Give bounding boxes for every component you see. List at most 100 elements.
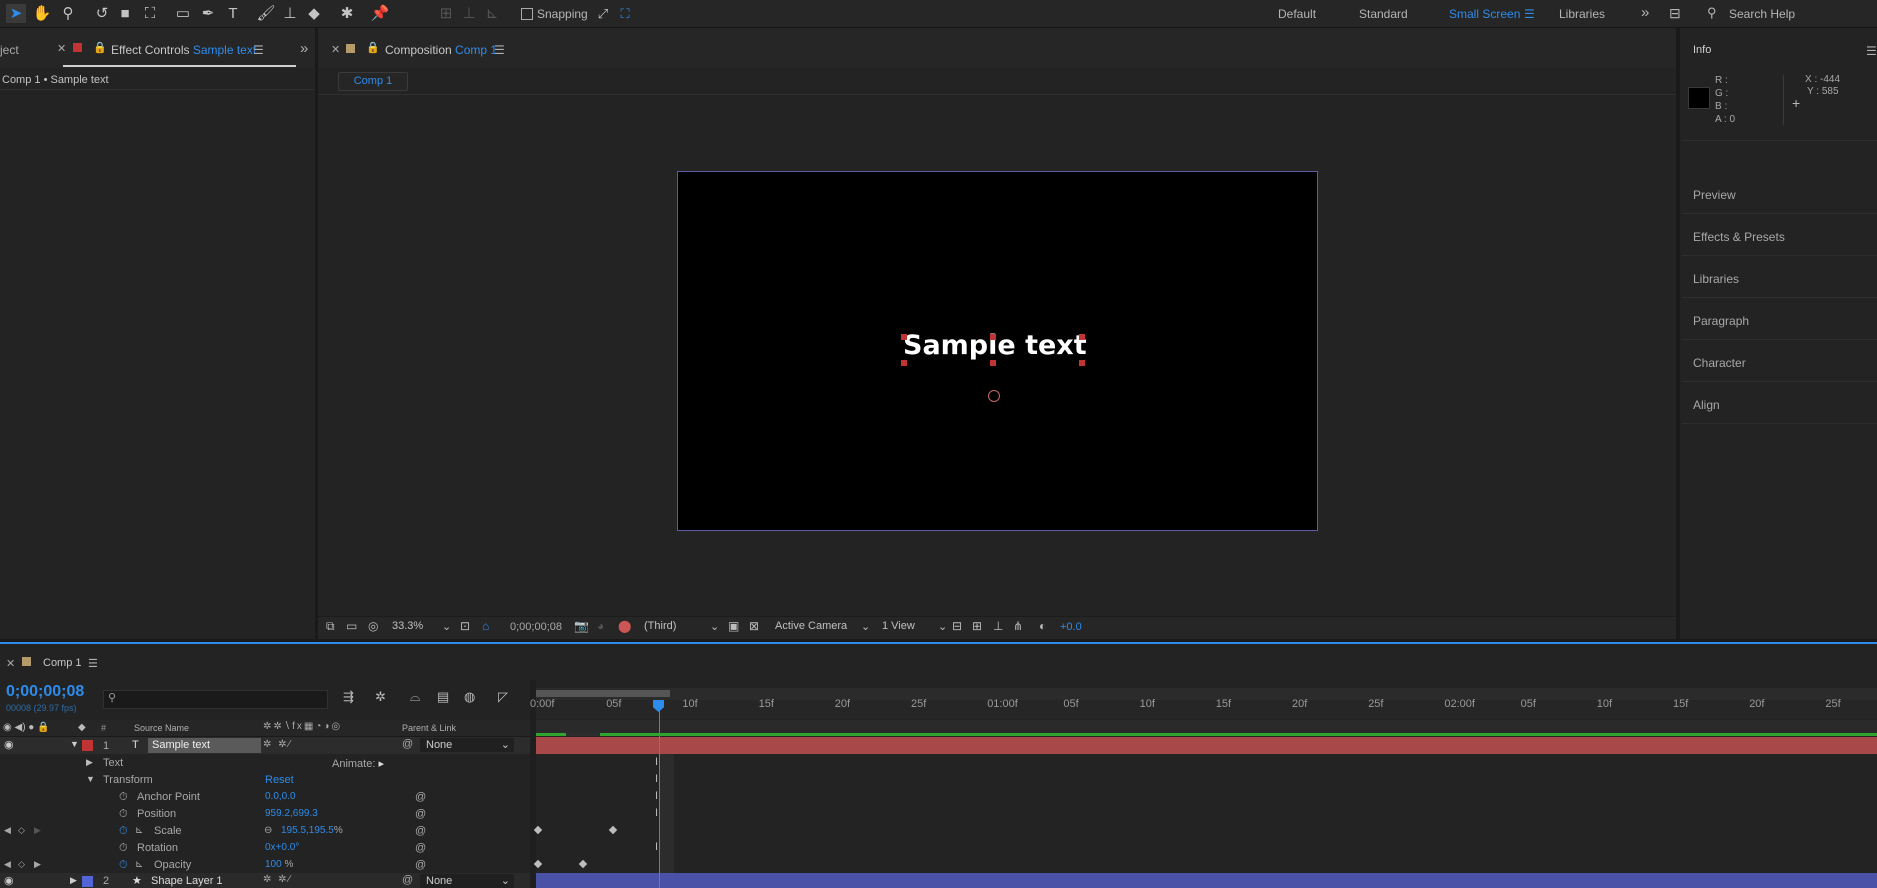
panel-libraries[interactable]: Libraries xyxy=(1693,272,1739,286)
expression-pickwhip-icon[interactable]: @ xyxy=(415,825,426,837)
add-keyframe-icon[interactable]: ◇ xyxy=(18,825,25,836)
eraser-tool-icon[interactable]: ◆ xyxy=(304,4,324,23)
layer-label-color[interactable] xyxy=(82,740,93,751)
lock-icon[interactable]: 🔒 xyxy=(93,41,107,54)
stopwatch-active-icon[interactable]: ⏱ xyxy=(119,859,128,872)
workspace-menu-icon[interactable]: ☰ xyxy=(1524,7,1535,21)
selection-tool-icon[interactable]: ➤ xyxy=(6,4,26,23)
comp-mini-flowchart-icon[interactable]: ⇶ xyxy=(343,690,354,703)
comp-subtab[interactable]: Comp 1 xyxy=(338,72,408,91)
workspace-libraries[interactable]: Libraries xyxy=(1559,7,1605,21)
stopwatch-icon[interactable]: ⏱ xyxy=(119,791,128,804)
sync-settings-icon[interactable]: ⊟ xyxy=(1669,5,1681,22)
comp-lock-icon[interactable]: 🔒 xyxy=(366,41,380,54)
layer-2-duration-bar[interactable] xyxy=(536,873,1877,888)
expand-transform-icon[interactable]: ▼ xyxy=(86,774,95,784)
tab-composition[interactable]: Composition Comp 1 xyxy=(385,43,497,57)
graph-icon[interactable]: ⊾ xyxy=(135,859,143,870)
label-column-icon[interactable]: ◆ xyxy=(78,722,86,733)
pickwhip-icon[interactable]: @ xyxy=(402,738,413,750)
text-handle[interactable] xyxy=(901,360,907,366)
info-menu-icon[interactable]: ☰ xyxy=(1866,44,1877,58)
more-panels-icon[interactable]: » xyxy=(300,40,308,57)
timeline-search-input[interactable] xyxy=(103,690,328,709)
panel-preview[interactable]: Preview xyxy=(1693,188,1736,202)
layer-1-duration-bar[interactable] xyxy=(536,737,1877,754)
expression-pickwhip-icon[interactable]: @ xyxy=(415,791,426,803)
position-value[interactable]: 959.2,699.3 xyxy=(265,808,318,819)
visibility-eye-icon[interactable]: ◉ xyxy=(4,738,14,751)
snapshot-icon[interactable]: 📷 xyxy=(574,620,589,632)
fast-previews-icon[interactable]: ⊞ xyxy=(972,620,982,632)
mask-visibility-icon[interactable]: ◎ xyxy=(368,620,378,632)
frame-blending-icon[interactable]: ▤ xyxy=(437,690,449,703)
anchor-point-value[interactable]: 0.0,0.0 xyxy=(265,791,296,802)
panel-character[interactable]: Character xyxy=(1693,356,1746,370)
next-keyframe-icon[interactable]: ▶ xyxy=(34,825,41,836)
clone-stamp-tool-icon[interactable]: ⊥ xyxy=(280,4,300,23)
transparency-grid-icon[interactable]: ⌂ xyxy=(482,620,489,632)
flowchart-icon[interactable]: ⋔ xyxy=(1013,620,1023,632)
always-preview-icon[interactable]: ⧉ xyxy=(326,620,335,632)
transform-reset[interactable]: Reset xyxy=(265,774,294,786)
exposure-value[interactable]: +0.0 xyxy=(1060,621,1082,633)
expression-pickwhip-icon[interactable]: @ xyxy=(415,842,426,854)
workspace-small-screen[interactable]: Small Screen xyxy=(1449,7,1520,21)
snapping-checkbox[interactable] xyxy=(521,8,533,20)
layer-label-color[interactable] xyxy=(82,876,93,887)
close-timeline-tab-icon[interactable]: ✕ xyxy=(6,657,15,670)
expand-layer-icon[interactable]: ▼ xyxy=(70,739,79,749)
text-handle[interactable] xyxy=(990,360,996,366)
timeline-icon[interactable]: ⊥ xyxy=(993,620,1003,632)
anchor-point-icon[interactable] xyxy=(988,390,1000,402)
workspace-default[interactable]: Default xyxy=(1278,7,1316,21)
hand-tool-icon[interactable]: ✋ xyxy=(32,4,52,23)
panel-align[interactable]: Align xyxy=(1693,398,1720,412)
type-tool-icon[interactable]: T xyxy=(223,4,243,23)
motion-blur-icon[interactable]: ◍ xyxy=(464,690,475,703)
exposure-reset-icon[interactable]: ◐ xyxy=(1039,620,1046,632)
source-name-column[interactable]: Source Name xyxy=(134,723,189,733)
scale-value[interactable]: 195.5,195.5% xyxy=(281,825,343,836)
stopwatch-icon[interactable]: ⏱ xyxy=(119,842,128,855)
close-comp-tab-icon[interactable]: ✕ xyxy=(331,43,340,56)
timeline-menu-icon[interactable]: ☰ xyxy=(88,657,98,670)
close-tab-icon[interactable]: ✕ xyxy=(57,42,66,55)
graph-editor-icon[interactable]: ◸ xyxy=(498,690,508,703)
animate-label[interactable]: Animate: ▸ xyxy=(332,757,384,770)
expression-pickwhip-icon[interactable]: @ xyxy=(415,859,426,871)
transparency-icon[interactable]: ⊠ xyxy=(749,620,759,632)
fit-icon[interactable]: ⊡ xyxy=(460,620,470,632)
stopwatch-active-icon[interactable]: ⏱ xyxy=(119,825,128,838)
rotate-tool-icon[interactable]: ↺ xyxy=(92,4,112,23)
graph-icon[interactable]: ⊾ xyxy=(135,825,143,836)
visibility-eye-icon[interactable]: ◉ xyxy=(4,874,14,887)
pen-tool-icon[interactable]: ✒ xyxy=(198,4,218,23)
workspace-standard[interactable]: Standard xyxy=(1359,7,1408,21)
shy-layers-icon[interactable]: ⌓ xyxy=(410,690,420,703)
panel-menu-icon[interactable]: ☰ xyxy=(253,43,264,57)
parent-dropdown[interactable]: None ⌄ xyxy=(420,874,514,888)
snap-options-icon[interactable]: ⤢ xyxy=(593,4,613,23)
panel-paragraph[interactable]: Paragraph xyxy=(1693,314,1749,328)
more-workspaces-icon[interactable]: » xyxy=(1641,4,1649,21)
rectangle-tool-icon[interactable]: ▭ xyxy=(173,4,193,23)
add-keyframe-icon[interactable]: ◇ xyxy=(18,859,25,870)
camera-dropdown[interactable]: Active Camera ⌄ xyxy=(775,620,871,635)
layer-switches-icons[interactable]: ✲ ✲∕ xyxy=(263,874,292,885)
pickwhip-icon[interactable]: @ xyxy=(402,874,413,886)
brush-tool-icon[interactable]: 🖌 xyxy=(256,4,276,23)
draft-3d-icon[interactable]: ✲ xyxy=(375,690,386,703)
composition-viewer[interactable]: Sample text xyxy=(677,171,1318,531)
tab-project[interactable]: ject xyxy=(0,43,19,57)
layer-name[interactable]: Shape Layer 1 xyxy=(151,875,223,887)
opacity-value[interactable]: 100 % xyxy=(265,859,293,870)
constrain-proportions-icon[interactable]: ⊖ xyxy=(264,825,272,836)
work-area-range[interactable] xyxy=(536,690,670,697)
search-help-input[interactable]: Search Help xyxy=(1729,7,1795,21)
zoom-tool-icon[interactable]: ⚲ xyxy=(58,4,78,23)
prev-keyframe-icon[interactable]: ◀ xyxy=(4,859,11,870)
stopwatch-icon[interactable]: ⏱ xyxy=(119,808,128,821)
viewer-timecode[interactable]: 0;00;00;08 xyxy=(510,621,562,633)
snap-target-icon[interactable]: ⛶ xyxy=(615,4,635,23)
